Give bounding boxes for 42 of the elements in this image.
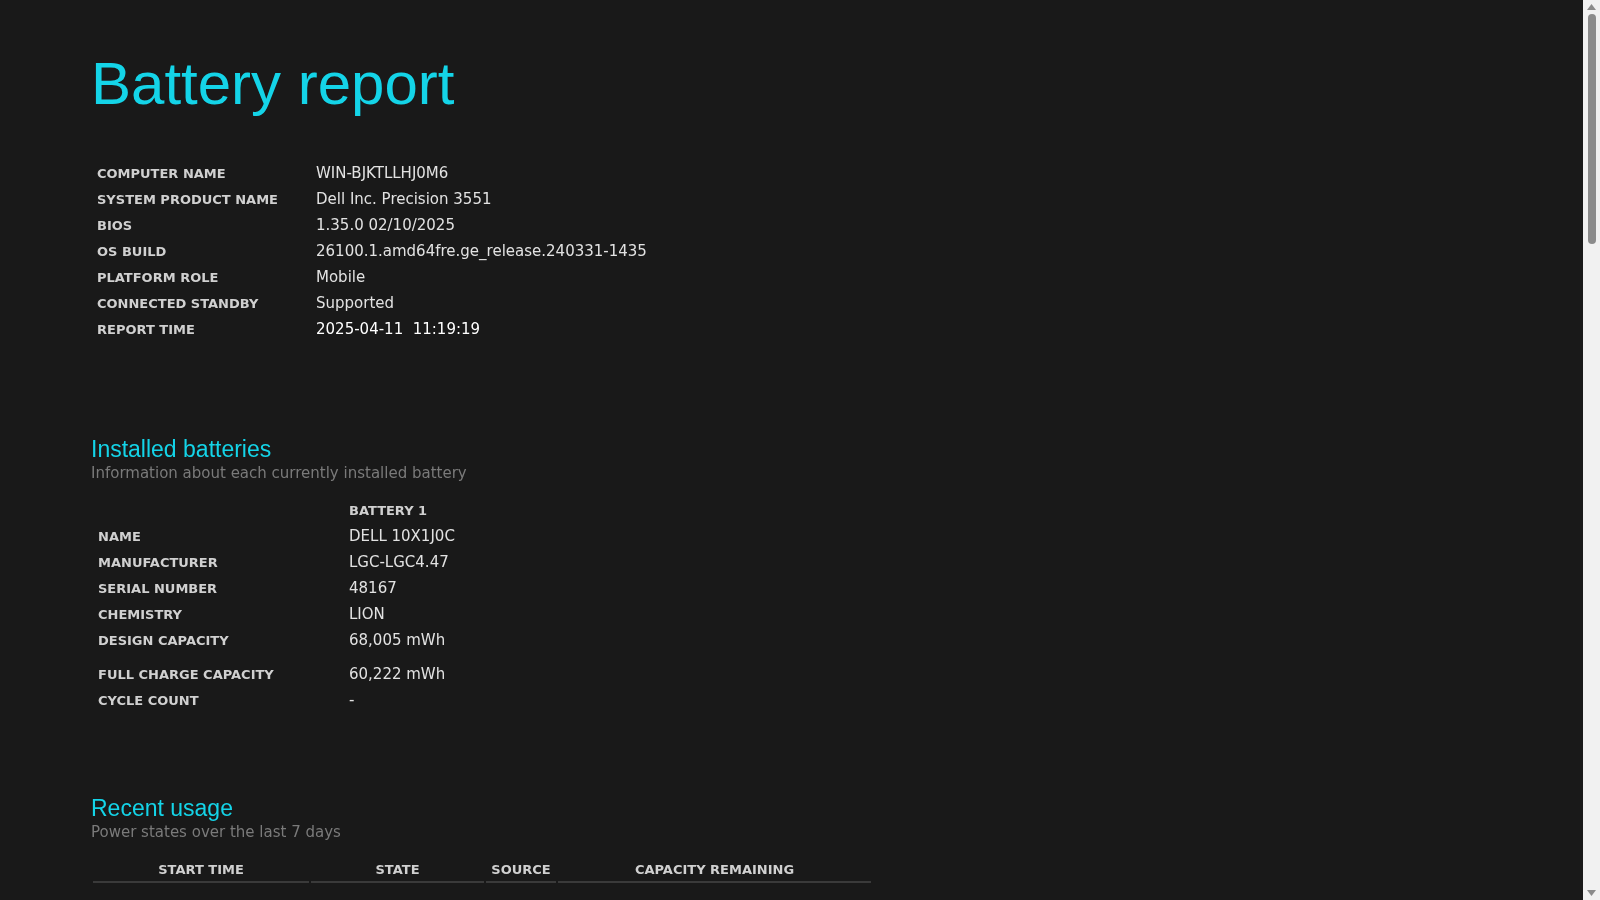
- battery-value: LGC-LGC4.47: [349, 553, 450, 572]
- info-value: 2025-04-11 11:19:19: [316, 320, 482, 339]
- battery-label: CHEMISTRY: [98, 606, 184, 624]
- battery-label: CYCLE COUNT: [98, 692, 200, 710]
- down-arrow-icon[interactable]: [1587, 890, 1596, 896]
- column-header: START TIME: [93, 862, 309, 883]
- info-label: REPORT TIME: [97, 321, 196, 339]
- battery-value: -: [349, 691, 356, 710]
- report-title: Battery report: [91, 49, 455, 119]
- column-header: STATE: [311, 862, 484, 883]
- info-label: BIOS: [97, 217, 134, 235]
- battery-label: SERIAL NUMBER: [98, 580, 219, 598]
- section-subtitle: Power states over the last 7 days: [91, 822, 341, 842]
- battery-value: 60,222 mWh: [349, 665, 447, 684]
- battery-label: NAME: [98, 528, 142, 546]
- column-header: SOURCE: [486, 862, 556, 883]
- info-value: Dell Inc. Precision 3551: [316, 190, 493, 209]
- battery-value: 68,005 mWh: [349, 631, 447, 650]
- section-subtitle: Information about each currently installed battery: [91, 463, 467, 483]
- battery-value: LION: [349, 605, 386, 624]
- section-heading: Installed batteries: [91, 435, 272, 463]
- battery-label: DESIGN CAPACITY: [98, 632, 230, 650]
- info-label: COMPUTER NAME: [97, 165, 227, 183]
- info-label: CONNECTED STANDBY: [97, 295, 260, 313]
- section-heading: Recent usage: [91, 794, 233, 822]
- info-label: OS BUILD: [97, 243, 168, 261]
- info-value: Mobile: [316, 268, 367, 287]
- info-label: PLATFORM ROLE: [97, 269, 220, 287]
- scrollbar-thumb[interactable]: [1587, 14, 1596, 244]
- info-label: SYSTEM PRODUCT NAME: [97, 191, 279, 209]
- up-arrow-icon[interactable]: [1587, 4, 1596, 10]
- column-header: BATTERY 1: [349, 502, 429, 520]
- scrollbar[interactable]: [1583, 0, 1600, 900]
- battery-label: FULL CHARGE CAPACITY: [98, 666, 275, 684]
- battery-value: 48167: [349, 579, 398, 598]
- battery-label: MANUFACTURER: [98, 554, 219, 572]
- info-value: WIN-BJKTLLHJ0M6: [316, 164, 450, 183]
- info-value: Supported: [316, 294, 396, 313]
- column-header: CAPACITY REMAINING: [558, 862, 871, 883]
- battery-value: DELL 10X1J0C: [349, 527, 455, 546]
- info-value: 26100.1.amd64fre.ge_release.240331-1435: [316, 242, 647, 261]
- info-value: 1.35.0 02/10/2025: [316, 216, 456, 235]
